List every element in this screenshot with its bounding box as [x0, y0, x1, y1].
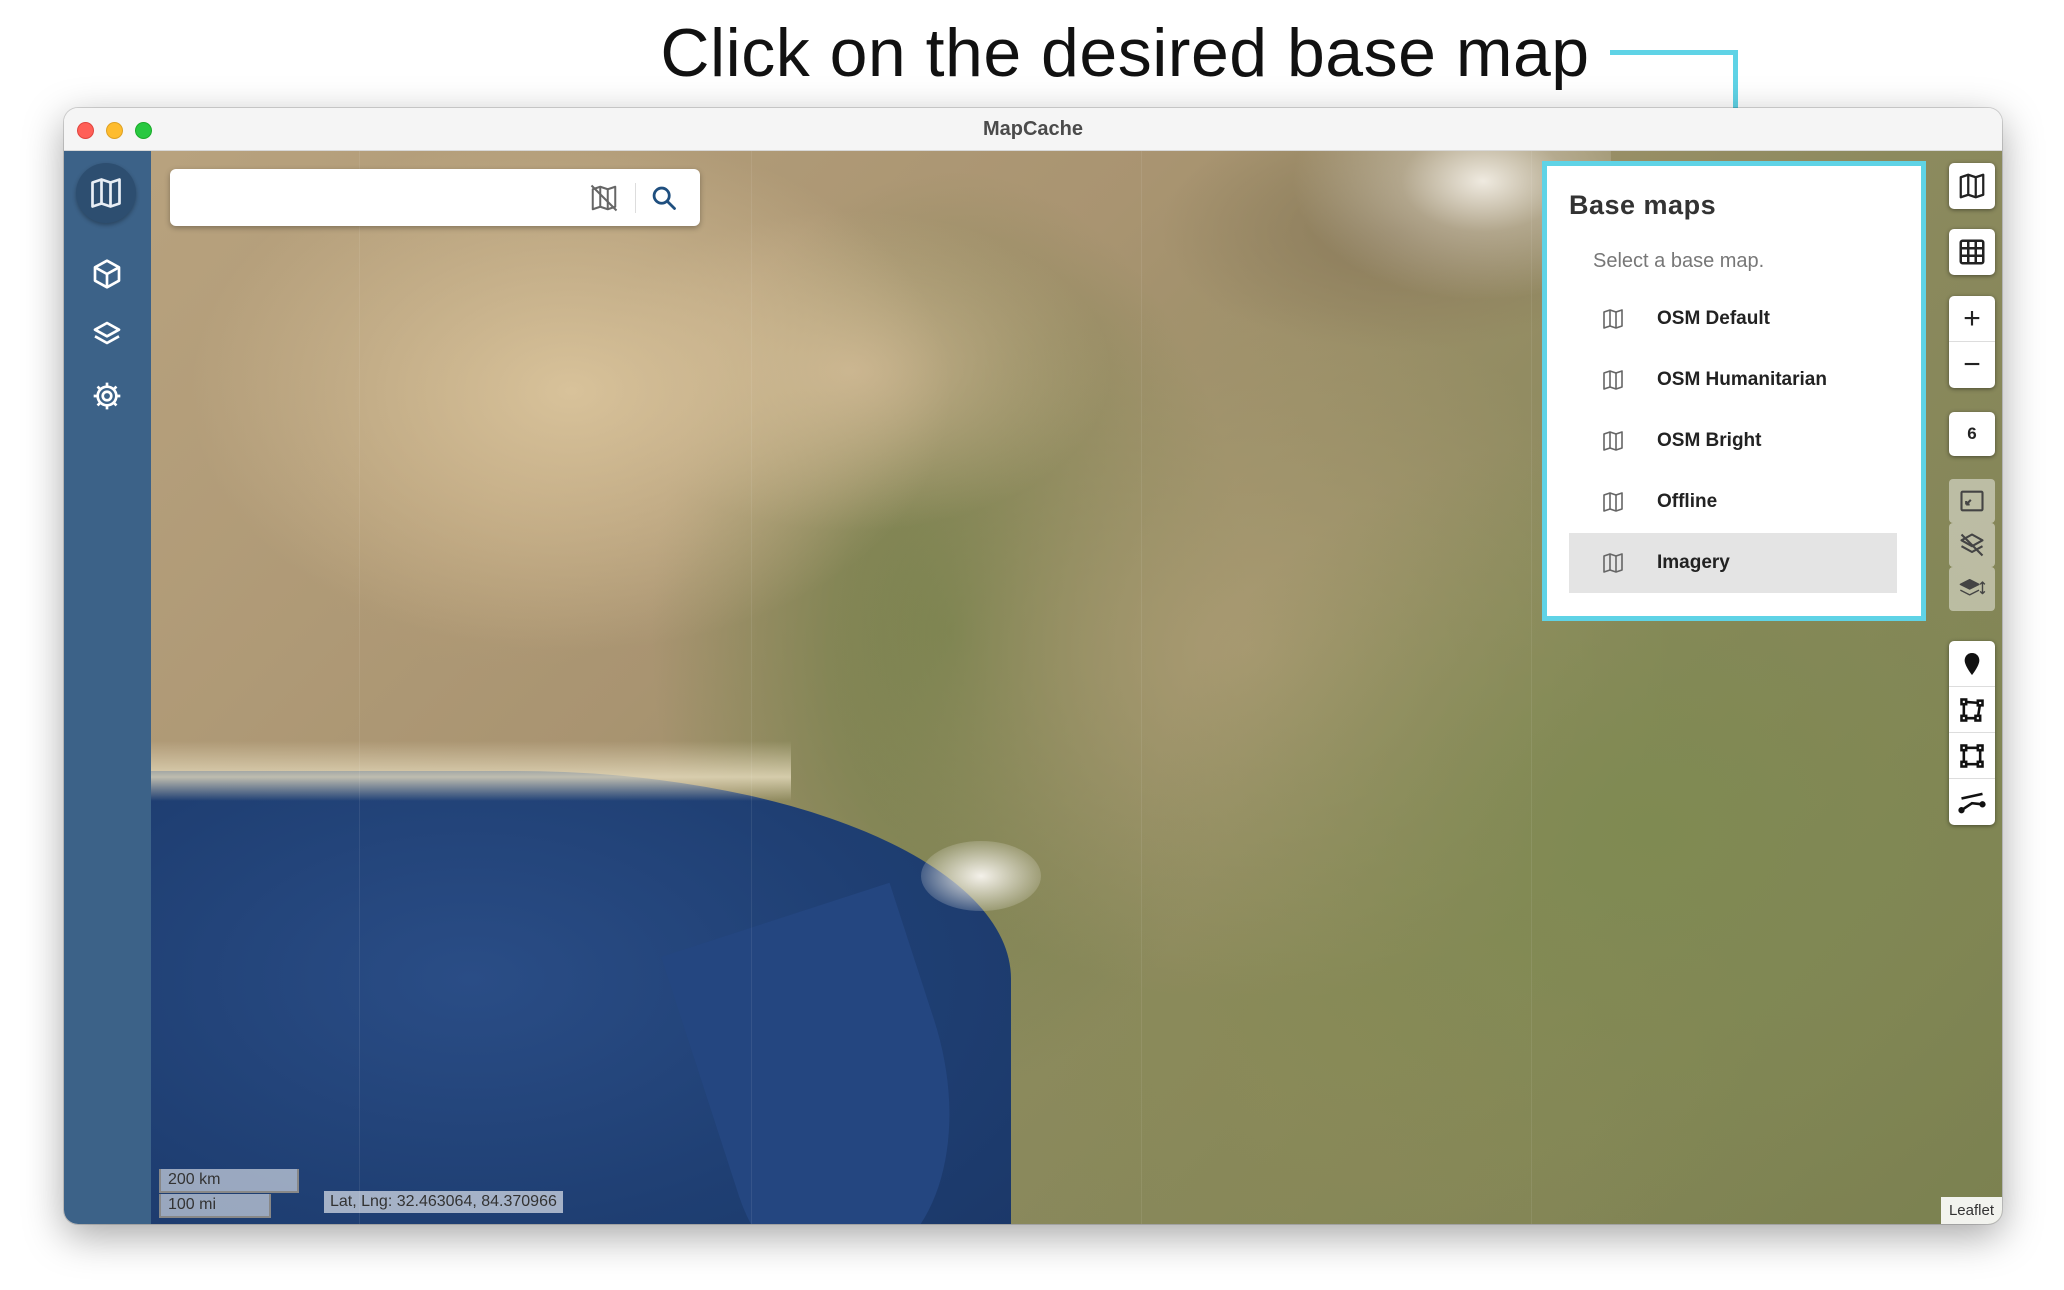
draw-polygon-button[interactable]	[1949, 687, 1995, 733]
map-icon	[1599, 488, 1627, 516]
scale-bar-mi: 100 mi	[159, 1194, 271, 1218]
polyline-icon	[1958, 792, 1986, 814]
base-map-option-label: OSM Bright	[1657, 430, 1762, 451]
search-button[interactable]	[648, 182, 680, 214]
draw-rectangle-button[interactable]	[1949, 733, 1995, 779]
map-icon	[91, 178, 121, 208]
search-input[interactable]	[184, 181, 584, 215]
layers-off-icon	[1960, 533, 1984, 557]
map-icon	[1599, 427, 1627, 455]
draw-marker-button[interactable]	[1949, 641, 1995, 687]
scale-bar-km: 200 km	[159, 1169, 299, 1193]
search-icon	[652, 186, 676, 210]
map-gridline	[359, 151, 360, 1224]
attribution-link[interactable]: Leaflet	[1940, 1197, 2002, 1224]
zoom-out-button[interactable]: −	[1949, 342, 1995, 388]
fit-bounds-button[interactable]	[1949, 479, 1995, 523]
zoom-level-indicator: 6	[1949, 412, 1995, 456]
base-maps-subtitle: Select a base map.	[1593, 250, 1765, 272]
search-bar	[170, 169, 700, 226]
title-bar: MapCache	[64, 108, 2002, 151]
marker-icon	[1964, 652, 1980, 675]
rectangle-icon	[1960, 743, 1984, 768]
map-view[interactable]: Base maps Select a base map. OSM Default…	[151, 151, 2002, 1224]
page: Click on the desired base map MapCache B…	[0, 0, 2064, 1290]
base-maps-panel: Base maps Select a base map. OSM Default…	[1542, 161, 1926, 621]
map-gridline	[751, 151, 752, 1224]
clear-map-button[interactable]	[588, 182, 620, 214]
map-icon	[1599, 366, 1627, 394]
layer-order-button[interactable]	[1949, 567, 1995, 611]
base-map-option-imagery[interactable]: Imagery	[1569, 533, 1897, 593]
base-map-option-offline[interactable]: Offline	[1569, 472, 1897, 532]
instruction-caption: Click on the desired base map	[660, 15, 1590, 91]
base-map-option-osm-humanitarian[interactable]: OSM Humanitarian	[1569, 350, 1897, 410]
sidebar-item-layers[interactable]	[86, 314, 128, 356]
callout-line-horizontal	[1610, 50, 1738, 55]
base-map-option-label: OSM Humanitarian	[1657, 369, 1827, 390]
base-map-option-label: Offline	[1657, 491, 1718, 512]
grid-icon	[1959, 239, 1985, 265]
base-map-option-label: Imagery	[1657, 552, 1730, 573]
gear-icon	[93, 382, 121, 410]
app-window: MapCache Base maps Select a base map. OS…	[64, 108, 2002, 1224]
search-divider	[635, 183, 636, 213]
base-map-toggle-button[interactable]	[1949, 163, 1995, 209]
base-maps-title: Base maps	[1569, 190, 1717, 220]
layers-sort-icon	[1959, 578, 1986, 596]
map-icon	[1599, 549, 1627, 577]
drawing-toolbar	[1949, 641, 1995, 825]
map-gridline	[1531, 151, 1532, 1224]
base-map-option-osm-bright[interactable]: OSM Bright	[1569, 411, 1897, 471]
sidebar-item-settings[interactable]	[86, 375, 128, 417]
map-terrain-salt-flat	[921, 841, 1041, 911]
map-gridline	[1141, 151, 1142, 1224]
clear-layers-button[interactable]	[1949, 523, 1995, 567]
map-off-icon	[590, 184, 618, 212]
base-map-option-osm-default[interactable]: OSM Default	[1569, 289, 1897, 349]
expand-icon	[1960, 490, 1984, 512]
polygon-icon	[1960, 697, 1984, 722]
map-terrain-coast	[151, 741, 791, 801]
base-map-option-label: OSM Default	[1657, 308, 1770, 329]
cube-icon	[93, 259, 121, 289]
layers-icon	[93, 321, 121, 345]
grid-overlay-button[interactable]	[1949, 229, 1995, 275]
map-icon	[1599, 305, 1627, 333]
coordinates-readout: Lat, Lng: 32.463064, 84.370966	[324, 1191, 563, 1213]
map-icon	[1959, 173, 1985, 199]
zoom-control: + −	[1949, 296, 1995, 388]
draw-polyline-button[interactable]	[1949, 779, 1995, 825]
sidebar	[64, 151, 151, 1224]
logo-button[interactable]	[76, 163, 136, 223]
zoom-in-button[interactable]: +	[1949, 296, 1995, 342]
sidebar-item-projects[interactable]	[86, 253, 128, 295]
window-title: MapCache	[982, 118, 1084, 140]
